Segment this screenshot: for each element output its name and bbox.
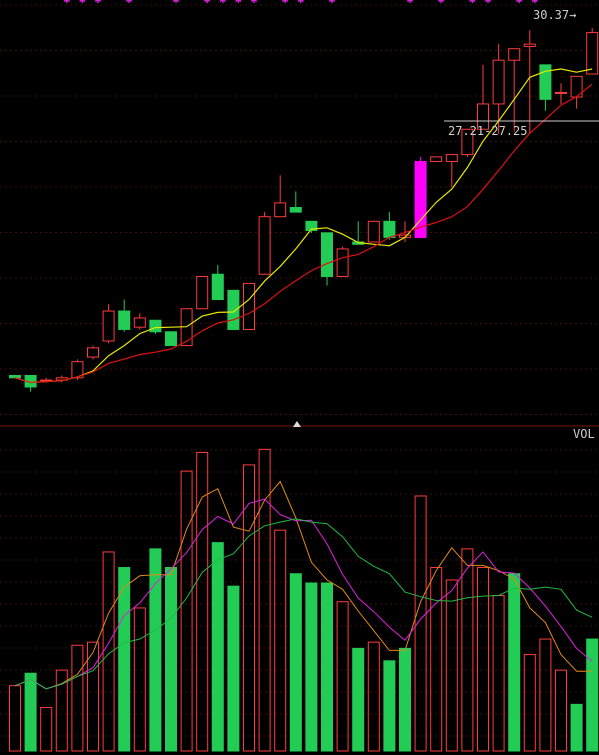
event-marker-icon: ✱ (94, 0, 102, 6)
price-ma (14, 68, 593, 384)
candle-body (118, 310, 131, 330)
candle-body (523, 43, 536, 47)
volume-bar (570, 703, 583, 752)
volume-bar (321, 582, 333, 752)
volume-bar (492, 595, 505, 752)
ma-short-line (14, 68, 593, 384)
candle-body (508, 48, 521, 61)
candle-body (539, 64, 552, 100)
event-marker-icon: ✱ (203, 0, 211, 6)
volume-bar (289, 573, 302, 752)
volume-bar (71, 644, 84, 752)
volume-bar (258, 448, 271, 752)
volume-bar (352, 647, 365, 752)
candle-body (149, 319, 162, 333)
candle-body (274, 202, 287, 218)
candle-body (227, 289, 240, 330)
volume-bar (211, 542, 224, 752)
volume-bar (555, 669, 567, 752)
candle-body (445, 154, 458, 162)
volume-bar (133, 607, 146, 752)
volume-bar (586, 638, 599, 752)
event-marker-icon: ✱ (79, 0, 87, 6)
event-marker-icon: ✱ (281, 0, 289, 6)
candle-body (211, 273, 224, 301)
event-markers: ✱ ✱ ✱ ✱ ✱ ✱ ✱ ✱ ✱ ✱ ✱ ✱ ✱ ✱ ✱ ✱ ✱ ✱ (63, 0, 539, 6)
price-panel (9, 28, 599, 392)
event-marker-icon: ✱ (484, 0, 492, 6)
candle-body (243, 282, 255, 330)
volume-bar (165, 567, 177, 752)
candle-body (430, 156, 443, 162)
volume-ma-mid-line (14, 498, 593, 690)
candle-body (321, 232, 333, 278)
candle-body (9, 374, 21, 379)
volume-bar (445, 579, 458, 752)
volume-bar (367, 641, 380, 752)
event-marker-icon: ✱ (437, 0, 445, 6)
volume-bar (477, 567, 489, 752)
volume-title: VOL (573, 427, 595, 441)
volume-bar (430, 567, 443, 752)
volume-bar (9, 685, 21, 752)
candle-body (555, 91, 567, 94)
candle-body (586, 32, 599, 75)
candle-body (102, 310, 115, 342)
candle-body (289, 207, 302, 213)
volume-ma (14, 480, 593, 690)
gap-range-label: 27.21-27.25 (448, 124, 527, 138)
price-annotations: 30.37→ 27.21-27.25 (444, 8, 599, 138)
panel-resize-handle-icon[interactable] (293, 421, 301, 427)
volume-bar (399, 647, 411, 752)
event-marker-icon: ✱ (235, 0, 243, 6)
volume-bar (539, 638, 552, 752)
volume-ma-short-line (14, 480, 593, 690)
volume-bar (508, 573, 521, 752)
volume-bar (118, 567, 131, 752)
event-marker-icon: ✱ (219, 0, 227, 6)
volume-bar (227, 585, 240, 752)
volume-bar (305, 582, 318, 752)
volume-bar (523, 654, 536, 752)
candle-body (258, 216, 271, 275)
candle-body (492, 59, 505, 105)
event-marker-icon: ✱ (172, 0, 180, 6)
volume-bar (383, 660, 396, 752)
volume-bar (149, 548, 162, 752)
volume-bar (274, 529, 287, 752)
candle-body (383, 220, 396, 238)
candle-body (336, 248, 349, 278)
candle-body (165, 331, 177, 347)
event-marker-icon: ✱ (531, 0, 539, 6)
chart-stage: 30.37→ 27.21-27.25 VOL ✱ ✱ ✱ ✱ ✱ ✱ ✱ ✱ ✱ ✱ ✱ ✱ ✱ ✱ ✱ ✱ ✱… (0, 0, 599, 752)
event-marker-icon: ✱ (250, 0, 258, 6)
volume-bar (336, 601, 349, 752)
event-marker-icon: ✱ (406, 0, 414, 6)
volume-panel (9, 448, 599, 752)
volume-bar (24, 672, 37, 752)
candle-body (196, 276, 209, 310)
volume-bar (461, 548, 474, 752)
event-marker-icon: ✱ (125, 0, 133, 6)
event-marker-icon: ✱ (469, 0, 477, 6)
high-price-label: 30.37→ (533, 8, 576, 22)
event-marker-icon: ✱ (328, 0, 336, 6)
candle-body (87, 347, 99, 358)
volume-bar (180, 470, 193, 752)
candle-body (367, 220, 380, 243)
event-marker-icon: ✱ (297, 0, 305, 6)
event-marker-icon: ✱ (63, 0, 71, 6)
event-marker-icon: ✱ (515, 0, 523, 6)
candle-body (133, 317, 146, 328)
